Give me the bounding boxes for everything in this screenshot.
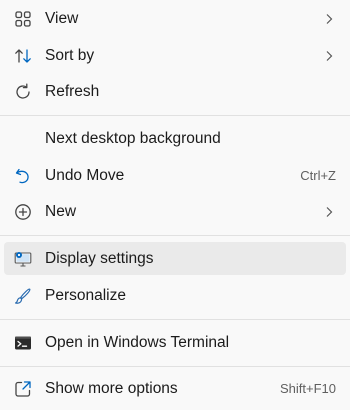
menu-item-label: Open in Windows Terminal (45, 334, 230, 351)
show-more-icon (14, 380, 32, 398)
chevron-right-icon (324, 50, 334, 62)
menu-item-personalize[interactable]: Personalize (4, 279, 346, 312)
separator (0, 319, 350, 320)
separator (0, 366, 350, 367)
chevron-right-icon (324, 13, 334, 25)
menu-item-next-desktop-background[interactable]: Next desktop background (4, 122, 346, 155)
refresh-icon (14, 83, 32, 101)
new-icon (14, 203, 32, 221)
menu-item-show-more-options[interactable]: Show more options Shift+F10 (4, 372, 346, 405)
shortcut-text: Ctrl+Z (300, 168, 336, 183)
menu-item-display-settings[interactable]: Display settings (4, 242, 346, 275)
chevron-right-icon (324, 206, 334, 218)
display-settings-icon (14, 250, 32, 268)
undo-icon (14, 167, 32, 185)
menu-item-label: Undo Move (45, 167, 125, 184)
menu-item-label: View (45, 10, 79, 27)
menu-item-label: New (45, 203, 77, 220)
menu-item-label: Sort by (45, 47, 95, 64)
desktop-context-menu: View Sort by Refresh Next desktop backgr… (0, 0, 350, 410)
menu-item-label: Display settings (45, 250, 154, 267)
menu-item-label: Show more options (45, 380, 178, 397)
terminal-icon (14, 334, 32, 352)
sort-icon (14, 47, 32, 65)
personalize-icon (14, 287, 32, 305)
menu-item-sort-by[interactable]: Sort by (4, 39, 346, 72)
menu-item-open-in-windows-terminal[interactable]: Open in Windows Terminal (4, 326, 346, 359)
menu-item-new[interactable]: New (4, 195, 346, 228)
menu-item-view[interactable]: View (4, 2, 346, 35)
separator (0, 115, 350, 116)
menu-item-refresh[interactable]: Refresh (4, 75, 346, 108)
separator (0, 235, 350, 236)
menu-item-label: Next desktop background (45, 130, 221, 147)
menu-item-undo-move[interactable]: Undo Move Ctrl+Z (4, 159, 346, 192)
menu-item-label: Personalize (45, 287, 126, 304)
menu-item-label: Refresh (45, 83, 100, 100)
shortcut-text: Shift+F10 (279, 381, 336, 396)
grid-icon (14, 10, 32, 28)
